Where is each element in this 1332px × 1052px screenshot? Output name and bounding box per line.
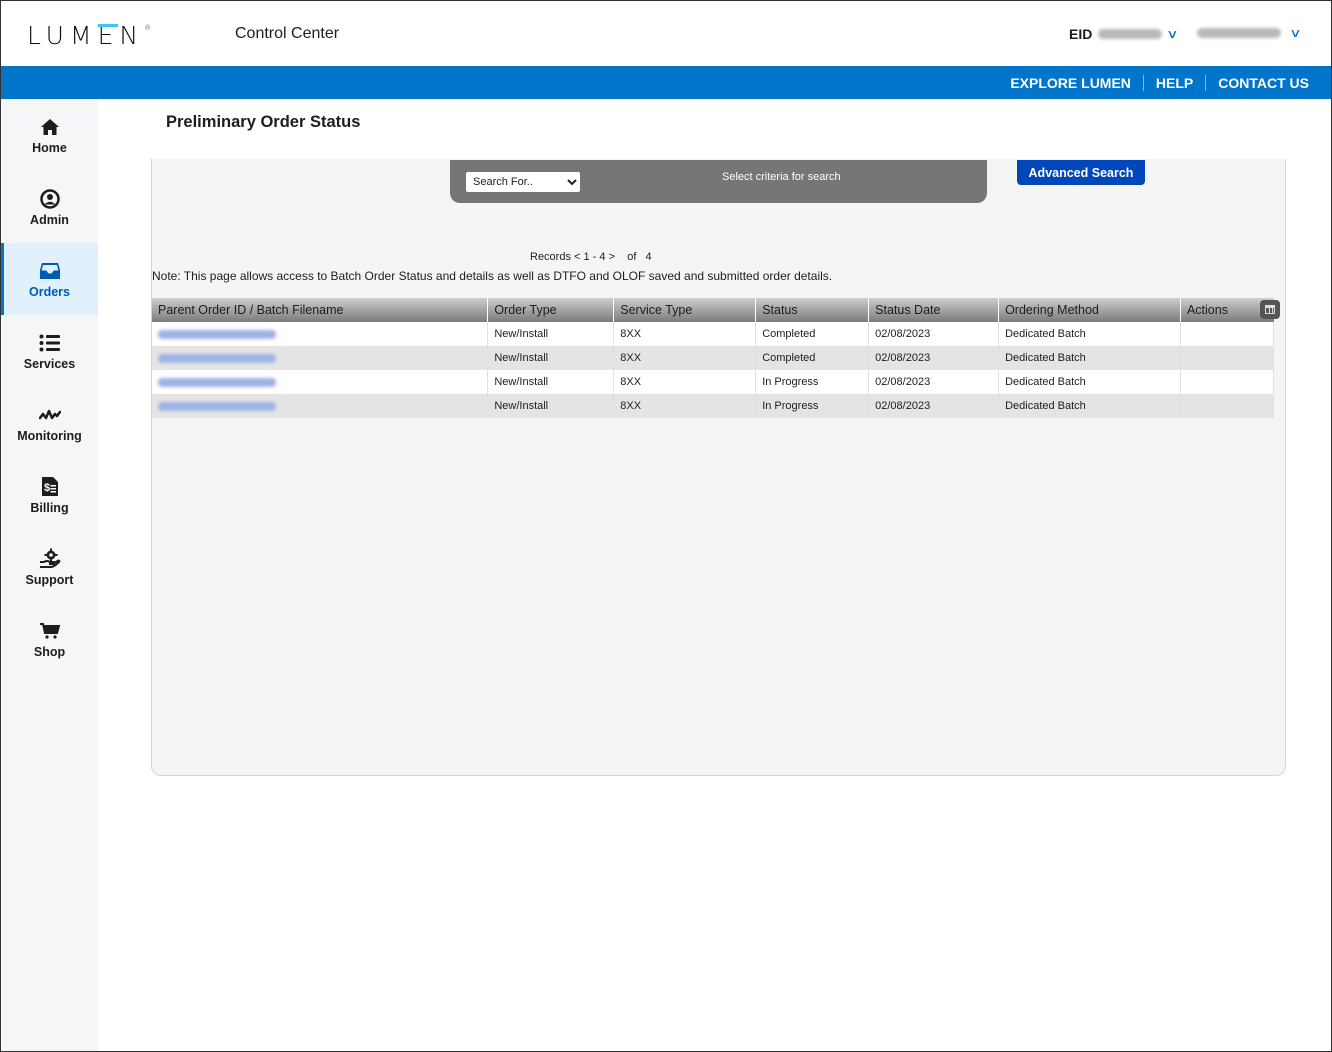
sidebar-item-label: Support xyxy=(25,572,74,587)
sidebar-item-monitoring[interactable]: Monitoring xyxy=(1,387,98,459)
sidebar-item-label: Admin xyxy=(30,212,69,227)
ordering-method-cell: Dedicated Batch xyxy=(998,370,1181,394)
sidebar-item-services[interactable]: Services xyxy=(1,315,98,387)
status-date-cell: 02/08/2023 xyxy=(868,394,1000,418)
orders-table: Parent Order ID / Batch Filename Order T… xyxy=(152,298,1280,418)
service-type-cell: 8XX xyxy=(613,346,757,370)
page-title: Preliminary Order Status xyxy=(166,113,361,131)
actions-cell xyxy=(1180,370,1275,394)
sidebar-item-label: Home xyxy=(32,140,67,155)
actions-cell xyxy=(1180,394,1275,418)
svg-text:$: $ xyxy=(44,482,50,494)
pulse-icon xyxy=(38,404,61,426)
column-header-status[interactable]: Status xyxy=(755,298,870,322)
eid-label: EID xyxy=(1069,26,1093,42)
table-row: New/Install 8XX In Progress 02/08/2023 D… xyxy=(152,370,1275,394)
page-note: Note: This page allows access to Batch O… xyxy=(152,269,833,283)
table-header-row: Parent Order ID / Batch Filename Order T… xyxy=(152,298,1280,322)
order-type-cell: New/Install xyxy=(487,370,615,394)
status-cell: Completed xyxy=(755,322,870,346)
search-hint: Select criteria for search xyxy=(722,171,841,183)
ordering-method-cell: Dedicated Batch xyxy=(998,394,1181,418)
advanced-search-button[interactable]: Advanced Search xyxy=(1017,160,1145,185)
chevron-down-icon: ∨ xyxy=(1166,27,1179,41)
service-type-cell: 8XX xyxy=(613,322,757,346)
order-id-link[interactable] xyxy=(158,401,276,411)
order-id-link[interactable] xyxy=(158,353,276,363)
contact-us-link[interactable]: CONTACT US xyxy=(1206,75,1309,91)
search-bar: Search For.. Select criteria for search xyxy=(450,160,987,203)
service-type-cell: 8XX xyxy=(613,370,757,394)
top-header: LUMEN® Control Center EID ∨ ∨ xyxy=(1,1,1331,66)
column-header-status-date[interactable]: Status Date xyxy=(868,298,1000,322)
inbox-tray-icon xyxy=(39,260,61,282)
service-type-cell: 8XX xyxy=(613,394,757,418)
list-icon xyxy=(39,332,61,354)
sidebar-item-label: Monitoring xyxy=(17,428,82,443)
records-pager[interactable]: Records < 1 - 4 > of 4 xyxy=(530,251,652,263)
help-link[interactable]: HELP xyxy=(1144,75,1205,91)
sidebar-item-admin[interactable]: Admin xyxy=(1,171,98,243)
username-redacted xyxy=(1197,28,1281,38)
cart-icon xyxy=(39,620,61,642)
sidebar-item-orders[interactable]: Orders xyxy=(1,243,98,315)
sidebar-item-home[interactable]: Home xyxy=(1,99,98,171)
status-date-cell: 02/08/2023 xyxy=(868,370,1000,394)
order-id-link[interactable] xyxy=(158,329,276,339)
user-menu[interactable]: ∨ xyxy=(1197,26,1302,40)
column-chooser-icon[interactable] xyxy=(1259,300,1280,319)
hand-gear-icon xyxy=(39,548,61,570)
sidebar: Home Admin Orders Services Monitoring $ … xyxy=(1,99,98,1051)
order-type-cell: New/Install xyxy=(487,394,615,418)
ordering-method-cell: Dedicated Batch xyxy=(998,322,1181,346)
column-header-parent-order-id[interactable]: Parent Order ID / Batch Filename xyxy=(152,298,489,322)
actions-cell xyxy=(1180,322,1275,346)
status-cell: Completed xyxy=(755,346,870,370)
status-date-cell: 02/08/2023 xyxy=(868,322,1000,346)
order-id-link[interactable] xyxy=(158,377,276,387)
column-header-order-type[interactable]: Order Type xyxy=(487,298,615,322)
sidebar-item-label: Orders xyxy=(29,284,70,299)
order-type-cell: New/Install xyxy=(487,346,615,370)
eid-value-redacted xyxy=(1098,29,1163,39)
eid-selector[interactable]: EID ∨ xyxy=(1069,26,1179,42)
order-status-panel xyxy=(151,159,1286,776)
column-header-ordering-method[interactable]: Ordering Method xyxy=(998,298,1181,322)
status-cell: In Progress xyxy=(755,370,870,394)
sidebar-item-label: Shop xyxy=(33,644,66,659)
table-row: New/Install 8XX Completed 02/08/2023 Ded… xyxy=(152,346,1275,370)
lumen-logo[interactable]: LUMEN® xyxy=(27,21,151,50)
table-row: New/Install 8XX Completed 02/08/2023 Ded… xyxy=(152,322,1275,346)
sidebar-item-shop[interactable]: Shop xyxy=(1,603,98,675)
status-date-cell: 02/08/2023 xyxy=(868,346,1000,370)
invoice-icon: $ xyxy=(41,476,59,498)
column-header-actions: Actions xyxy=(1180,298,1280,322)
sidebar-item-billing[interactable]: $ Billing xyxy=(1,459,98,531)
order-type-cell: New/Install xyxy=(487,322,615,346)
utility-nav-bar: EXPLORE LUMEN HELP CONTACT US xyxy=(1,66,1331,99)
sidebar-item-label: Services xyxy=(23,356,76,371)
sidebar-item-support[interactable]: Support xyxy=(1,531,98,603)
home-icon xyxy=(40,116,60,138)
actions-header-label: Actions xyxy=(1186,303,1228,317)
search-for-select[interactable]: Search For.. xyxy=(466,172,580,192)
user-circle-icon xyxy=(39,188,60,210)
actions-cell xyxy=(1180,346,1275,370)
ordering-method-cell: Dedicated Batch xyxy=(998,346,1181,370)
table-row: New/Install 8XX In Progress 02/08/2023 D… xyxy=(152,394,1275,418)
explore-lumen-link[interactable]: EXPLORE LUMEN xyxy=(998,75,1143,91)
status-cell: In Progress xyxy=(755,394,870,418)
app-title: Control Center xyxy=(235,25,340,42)
column-header-service-type[interactable]: Service Type xyxy=(613,298,757,322)
sidebar-item-label: Billing xyxy=(30,500,69,515)
chevron-down-icon: ∨ xyxy=(1289,26,1302,40)
